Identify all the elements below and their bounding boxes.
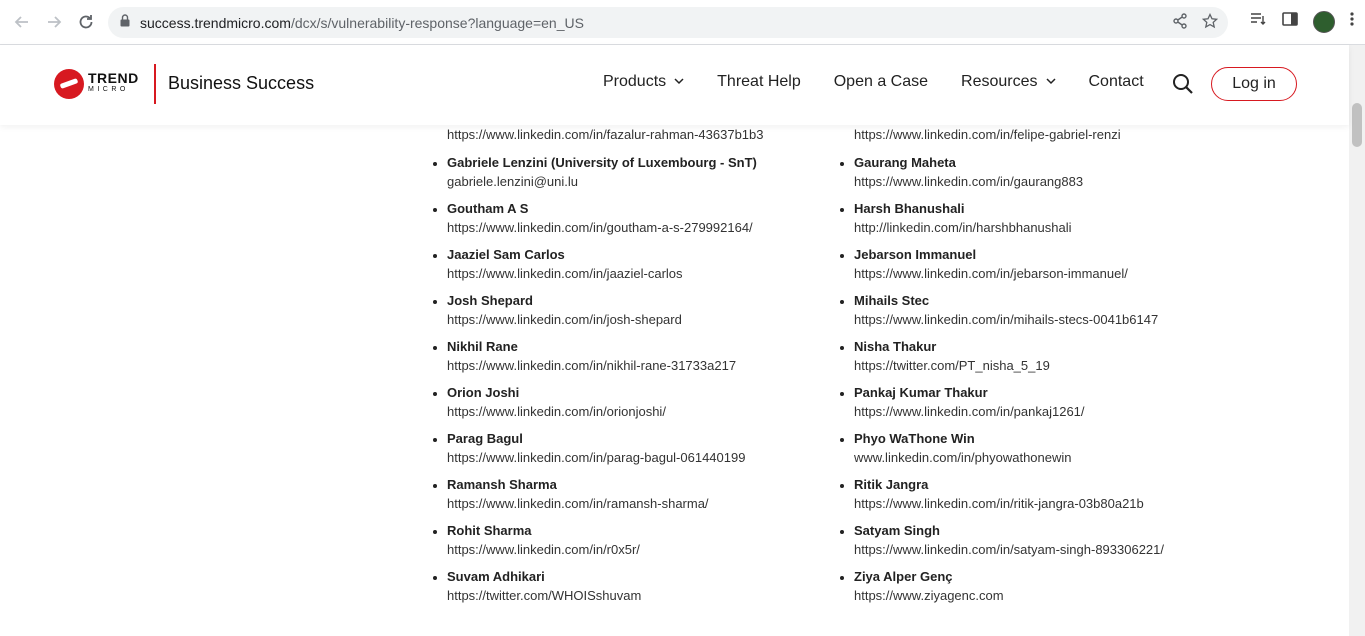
back-icon[interactable] [8,8,36,36]
nav-open-a-case-label: Open a Case [833,73,929,90]
reload-icon[interactable] [72,8,100,36]
profile-avatar[interactable] [1313,10,1335,33]
share-icon[interactable] [1172,13,1188,34]
list-item: Pankaj Kumar Thakur https://www.linkedin.… [837,355,1164,419]
researcher-link[interactable]: https://www.ziyagenc.com [854,588,1164,604]
logo-divider [154,64,156,104]
main-nav: Products Threat Help Open a Case Resourc… [603,73,1177,91]
researcher-name: Phyo WaThone Win [854,431,975,446]
nav-resources[interactable]: Resources [961,73,1056,91]
researcher-name: Nikhil Rane [447,339,518,354]
chevron-down-icon [674,76,684,88]
bookmark-star-icon[interactable] [1201,12,1219,34]
researcher-list-right: Gaurang Maheta https://www.linkedin.com/i… [837,125,1164,603]
scrollbar-thumb[interactable] [1352,103,1362,147]
login-button[interactable]: Log in [1211,67,1297,101]
nav-contact-label: Contact [1088,73,1144,90]
browser-toolbar: success.trendmicro.com/dcx/s/vulnerabili… [0,0,1365,45]
researcher-name: Orion Joshi [447,385,520,400]
address-bar[interactable]: success.trendmicro.com/dcx/s/vulnerabili… [108,7,1228,38]
researcher-name: Gabriele Lenzini (University of Luxembou… [447,155,757,170]
nav-threat-help-label: Threat Help [717,73,801,90]
site-header: TREND MICRO Business Success Products Th… [0,45,1349,125]
list-item: Parag Bagul https://www.linkedin.com/in/p… [430,401,757,465]
list-item: Jebarson Immanuel https://www.linkedin.co… [837,217,1164,281]
researcher-name: Mihails Stec [854,293,930,308]
nav-open-a-case[interactable]: Open a Case [834,73,928,91]
list-item: Phyo WaThone Win www.linkedin.com/in/phyo… [837,401,1164,465]
researcher-name: Pankaj Kumar Thakur [854,385,988,400]
researcher-name: Ziya Alper Genç [854,569,953,584]
list-item: Goutham A Shttps://www.linkedin.com/in/g… [430,171,757,235]
side-panel-icon[interactable] [1281,10,1299,33]
list-item: Mihails Stec https://www.linkedin.com/in/… [837,263,1164,327]
researcher-name: Jebarson Immanuel [854,247,977,262]
list-item: Ritik Jangra https://www.linkedin.com/in/… [837,447,1164,511]
list-item: Harsh Bhanushali http://linkedin.com/in/h… [837,171,1164,235]
search-icon[interactable] [1172,73,1194,100]
more-menu-icon[interactable] [1349,10,1355,33]
nav-products-label: Products [603,73,667,90]
list-item: Suvam Adhikari https://twitter.com/WHOISs… [430,539,757,603]
researcher-list-left: Gabriele Lenzini (University of Luxembou… [430,125,757,603]
logo-trend-text: TREND [88,70,139,86]
list-item: Ziya Alper Genç https://www.ziyagenc.com [837,539,1164,603]
trend-micro-logo[interactable]: TREND MICRO [54,69,139,99]
reading-list-icon[interactable] [1249,10,1267,33]
brand-title[interactable]: Business Success [168,73,314,94]
researcher-name: Gaurang Maheta [854,155,956,170]
list-item: Ramansh Sharma https://www.linkedin.com/i… [430,447,757,511]
researcher-acknowledgements: https://www.linkedin.com/in/fazalur-rahm… [0,125,1349,636]
researcher-name: Ramansh Sharma [447,477,557,492]
nav-contact[interactable]: Contact [1089,73,1144,91]
researcher-name: Harsh Bhanushali [854,201,965,216]
researcher-name: Suvam Adhikari [447,569,545,584]
chevron-down-icon [1045,76,1056,88]
list-item: Jaaziel Sam Carlos https://www.linkedin.c… [430,217,757,281]
list-item: Nisha Thakur https://twitter.com/PT_nisha… [837,309,1164,373]
logo-micro-text: MICRO [88,86,129,93]
list-item: Josh Shepard https://www.linkedin.com/in/… [430,263,757,327]
researcher-name: Rohit Sharma [447,523,532,538]
list-item: Satyam Singh https://www.linkedin.com/in/… [837,493,1164,557]
lock-icon [120,13,130,32]
nav-threat-help[interactable]: Threat Help [717,73,801,91]
nav-resources-label: Resources [961,73,1038,90]
url-host: success.trendmicro.com [140,14,291,31]
nav-products[interactable]: Products [603,73,684,91]
researcher-name: Goutham A S [447,201,529,216]
trend-micro-ball-icon [54,69,84,99]
researcher-name: Nisha Thakur [854,339,937,354]
page-scrollbar[interactable] [1349,45,1365,636]
list-item: Gaurang Maheta https://www.linkedin.com/i… [837,125,1164,189]
url-path: /dcx/s/vulnerability-response?language=e… [290,14,584,31]
researcher-name: Ritik Jangra [854,477,929,492]
forward-icon[interactable] [40,8,68,36]
list-item: Orion Joshi https://www.linkedin.com/in/o… [430,355,757,419]
researcher-link[interactable]: https://twitter.com/WHOISshuvam [447,588,757,604]
researcher-name: Parag Bagul [447,431,523,446]
researcher-name: Josh Shepard [447,293,533,308]
researcher-name: Jaaziel Sam Carlos [447,247,565,262]
list-item: Rohit Sharma https://www.linkedin.com/in/… [430,493,757,557]
list-item: Gabriele Lenzini (University of Luxembou… [430,125,757,189]
list-item: Nikhil Rane https://www.linkedin.com/in/n… [430,309,757,373]
researcher-name: Satyam Singh [854,523,940,538]
